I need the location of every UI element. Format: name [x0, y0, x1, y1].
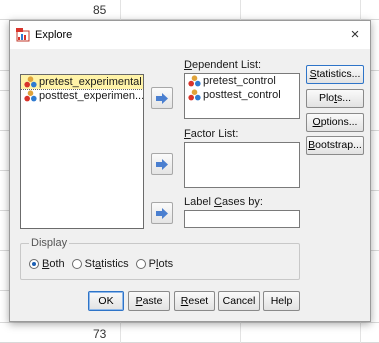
radio-indicator[interactable] — [71, 259, 82, 269]
statistics-button[interactable]: Statistics... — [306, 65, 364, 84]
mnemonic-char: O — [312, 116, 321, 128]
button-label: s... — [337, 92, 352, 104]
mnemonic-char: S — [309, 68, 317, 80]
label-text: actor List: — [190, 128, 239, 140]
move-to-dependent-button[interactable] — [151, 87, 173, 109]
radio-text: St — [84, 258, 96, 270]
scale-variable-icon — [188, 89, 201, 101]
button-label: ootstrap... — [315, 139, 362, 151]
help-button[interactable]: Help — [263, 291, 300, 311]
plots-button[interactable]: Plots... — [306, 89, 364, 108]
bootstrap-button[interactable]: Bootstrap... — [306, 136, 364, 155]
display-plots-radio[interactable]: Plots — [135, 258, 173, 270]
source-variable-label: pretest_experimental — [39, 76, 142, 88]
dependent-list[interactable]: pretest_control posttest_control — [184, 73, 300, 119]
move-right-arrow-icon — [156, 208, 168, 219]
label-text: Label — [184, 196, 214, 208]
mnemonic-char: C — [213, 196, 222, 208]
explore-dialog-icon — [16, 28, 30, 42]
label-cases-label: Label Cases by: — [184, 196, 263, 208]
button-label: tatistics... — [316, 68, 361, 80]
scale-variable-icon — [188, 75, 201, 87]
dependent-variable-label: pretest_control — [203, 75, 276, 87]
radio-indicator[interactable] — [135, 259, 146, 269]
button-label: aste — [142, 295, 163, 307]
close-button[interactable]: × — [346, 26, 364, 44]
radio-label: Statistics — [85, 258, 129, 270]
dialog-titlebar[interactable]: Explore × — [10, 21, 370, 49]
radio-indicator[interactable] — [29, 259, 39, 269]
reset-button[interactable]: Reset — [174, 291, 215, 311]
explore-dialog: Explore × pretest_experimental posttest_… — [9, 20, 371, 322]
sheet-cell-value-bottom: 73 — [93, 327, 107, 341]
cancel-button[interactable]: Cancel — [218, 291, 260, 311]
source-variable-item[interactable]: posttest_experimen... — [21, 89, 143, 103]
scale-variable-icon — [24, 76, 37, 88]
radio-text: oth — [49, 258, 65, 270]
radio-text: P — [148, 258, 157, 270]
ok-button[interactable]: OK — [88, 291, 124, 311]
factor-list[interactable] — [184, 142, 300, 188]
label-cases-field[interactable] — [184, 210, 300, 228]
options-button[interactable]: Options... — [306, 113, 364, 132]
dependent-variable-item[interactable]: pretest_control — [185, 74, 299, 88]
source-variable-list[interactable]: pretest_experimental posttest_experimen.… — [20, 74, 144, 229]
display-group: Display Both Statistics Plots — [20, 237, 300, 280]
dialog-title: Explore — [35, 29, 73, 41]
radio-text: tistics — [101, 258, 129, 270]
dependent-variable-item[interactable]: posttest_control — [185, 88, 299, 102]
radio-label: Both — [42, 258, 65, 270]
sheet-row-top — [0, 0, 379, 20]
display-statistics-radio[interactable]: Statistics — [71, 258, 129, 270]
radio-text: ots — [158, 258, 174, 270]
dependent-variable-label: posttest_control — [203, 89, 281, 101]
label-text: ases by: — [221, 196, 263, 208]
label-text: ependent List: — [191, 59, 262, 71]
move-right-arrow-icon — [156, 93, 168, 104]
mnemonic-char: P — [135, 295, 143, 307]
radio-label: Plots — [149, 258, 173, 270]
move-to-label-cases-button[interactable] — [151, 202, 173, 224]
display-group-legend: Display — [29, 237, 70, 249]
scale-variable-icon — [24, 90, 37, 102]
source-variable-item[interactable]: pretest_experimental — [20, 74, 144, 90]
mnemonic-char: F — [184, 128, 191, 140]
paste-button[interactable]: Paste — [128, 291, 170, 311]
factor-list-label: Factor List: — [184, 128, 238, 140]
button-label: ptions... — [320, 116, 358, 128]
sheet-cell-value-top: 85 — [93, 3, 107, 17]
button-label: eset — [188, 295, 209, 307]
source-variable-label: posttest_experimen... — [39, 90, 143, 102]
move-right-arrow-icon — [156, 159, 168, 170]
dependent-list-label: Dependent List: — [184, 59, 261, 71]
button-label: Plo — [318, 92, 335, 104]
display-both-radio[interactable]: Both — [29, 258, 65, 270]
mnemonic-char: D — [184, 59, 192, 71]
sheet-row-bottom — [0, 322, 379, 343]
display-radio-row: Both Statistics Plots — [29, 258, 180, 270]
move-to-factor-button[interactable] — [151, 153, 173, 175]
